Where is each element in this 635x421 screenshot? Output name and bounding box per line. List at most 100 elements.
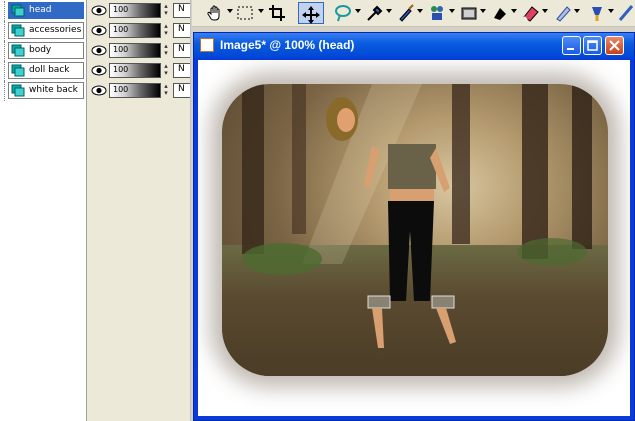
visibility-eye-icon[interactable]: [91, 45, 107, 56]
eraser-tool-button[interactable]: [520, 2, 542, 24]
tools-toolbar: [192, 0, 635, 27]
dropper-icon: [367, 5, 383, 21]
visibility-eye-icon[interactable]: [91, 25, 107, 36]
layer-row-white-back[interactable]: white back: [0, 81, 86, 101]
smudge-icon: [556, 6, 571, 22]
retouch-icon: [592, 7, 602, 21]
layer-button[interactable]: head: [8, 2, 84, 19]
layer-raster-icon: [11, 4, 25, 17]
chevron-down-icon[interactable]: [386, 9, 392, 13]
retouch-tool-button[interactable]: [586, 2, 608, 24]
visibility-eye-icon[interactable]: [91, 85, 107, 96]
chevron-down-icon[interactable]: [542, 9, 548, 13]
crop-tool-button[interactable]: [266, 2, 288, 24]
selection-tool-button[interactable]: [234, 2, 256, 24]
opacity-value: 100: [113, 85, 129, 94]
pan-icon: [207, 5, 220, 21]
chevron-down-icon[interactable]: [227, 9, 233, 13]
layer-props-row: 100 ▴ ▾ N: [87, 41, 190, 61]
layer-raster-icon: [11, 84, 25, 97]
chevron-down-icon[interactable]: [449, 9, 455, 13]
maximize-icon: [587, 40, 598, 51]
opacity-slider[interactable]: 100: [109, 63, 161, 78]
paint-brush-tool-button[interactable]: [395, 2, 417, 24]
text-tool-button[interactable]: [616, 2, 634, 24]
opacity-spin-icon[interactable]: ▴ ▾: [161, 83, 171, 98]
layer-row-accessories[interactable]: accessories: [0, 21, 86, 41]
fill-tool-button[interactable]: [489, 2, 511, 24]
image-window: Image5* @ 100% (head): [193, 32, 635, 421]
window-titlebar[interactable]: Image5* @ 100% (head): [194, 33, 634, 58]
layer-properties-column: 100 ▴ ▾ N 100 ▴ ▾ N 100 ▴ ▾ N 100 ▴ ▾ N 100 …: [87, 0, 191, 421]
layer-name: doll back: [29, 65, 70, 75]
dropper-tool-button[interactable]: [364, 2, 386, 24]
opacity-spin-icon[interactable]: ▴ ▾: [161, 63, 171, 78]
smudge-tool-button[interactable]: [552, 2, 574, 24]
opacity-slider[interactable]: 100: [109, 3, 161, 18]
pan-tool-button[interactable]: [204, 2, 226, 24]
layer-names-column: head accessories body doll back white ba…: [0, 0, 87, 421]
close-button[interactable]: [605, 36, 624, 55]
visibility-eye-icon[interactable]: [91, 65, 107, 76]
freehand-selection-tool-button[interactable]: [332, 2, 354, 24]
picture-tube-tool-button[interactable]: [458, 2, 480, 24]
layer-row-head[interactable]: head: [0, 1, 86, 21]
layer-raster-icon: [11, 44, 25, 57]
layer-props-row: 100 ▴ ▾ N: [87, 21, 190, 41]
window-title: Image5* @ 100% (head): [220, 38, 355, 52]
scene-illustration: [242, 84, 592, 348]
eraser-icon: [523, 6, 539, 22]
image-canvas[interactable]: [198, 60, 630, 416]
layer-row-body[interactable]: body: [0, 41, 86, 61]
layer-name: accessories: [29, 25, 82, 35]
layer-button[interactable]: accessories: [8, 22, 84, 39]
blend-mode-select[interactable]: N: [173, 23, 190, 38]
text-icon: [618, 5, 634, 21]
minimize-icon: [567, 48, 574, 50]
visibility-eye-icon[interactable]: [91, 5, 107, 16]
layer-props-row: 100 ▴ ▾ N: [87, 81, 190, 101]
layer-button[interactable]: body: [8, 42, 84, 59]
chevron-down-icon[interactable]: [355, 9, 361, 13]
opacity-value: 100: [113, 65, 129, 74]
blend-mode-select[interactable]: N: [173, 43, 190, 58]
chevron-down-icon[interactable]: [574, 9, 580, 13]
blend-mode-select[interactable]: N: [173, 83, 190, 98]
opacity-slider[interactable]: 100: [109, 83, 161, 98]
chevron-down-icon[interactable]: [511, 9, 517, 13]
layer-props-row: 100 ▴ ▾ N: [87, 61, 190, 81]
opacity-spin-icon[interactable]: ▴ ▾: [161, 43, 171, 58]
forest-doll-image: [222, 84, 608, 376]
blend-mode-select[interactable]: N: [173, 63, 190, 78]
chevron-down-icon[interactable]: [258, 9, 264, 13]
opacity-slider[interactable]: 100: [109, 23, 161, 38]
chevron-down-icon[interactable]: [608, 9, 614, 13]
selection-icon: [237, 6, 253, 20]
paint-brush-icon: [399, 4, 414, 22]
layer-row-doll-back[interactable]: doll back: [0, 61, 86, 81]
blend-mode-select[interactable]: N: [173, 3, 190, 18]
opacity-value: 100: [113, 45, 129, 54]
opacity-spin-icon[interactable]: ▴ ▾: [161, 23, 171, 38]
clone-brush-tool-button[interactable]: [426, 2, 448, 24]
layer-raster-icon: [11, 24, 25, 37]
opacity-spin-icon[interactable]: ▴ ▾: [161, 3, 171, 18]
layer-props-row: 100 ▴ ▾ N: [87, 1, 190, 21]
layer-name: head: [29, 5, 52, 15]
move-icon: [302, 6, 320, 24]
layer-button[interactable]: doll back: [8, 62, 84, 79]
maximize-button[interactable]: [583, 36, 602, 55]
document-icon: [200, 38, 214, 52]
chevron-down-icon[interactable]: [480, 9, 486, 13]
freehand-selection-icon: [335, 5, 351, 22]
layer-button[interactable]: white back: [8, 82, 84, 99]
crop-icon: [269, 5, 285, 21]
layers-palette: head accessories body doll back white ba…: [0, 0, 191, 421]
fill-icon: [494, 8, 506, 20]
minimize-button[interactable]: [562, 36, 581, 55]
layer-name: white back: [29, 85, 78, 95]
move-tool-button[interactable]: [298, 2, 324, 24]
picture-tube-icon: [461, 7, 477, 20]
chevron-down-icon[interactable]: [417, 9, 423, 13]
opacity-slider[interactable]: 100: [109, 43, 161, 58]
